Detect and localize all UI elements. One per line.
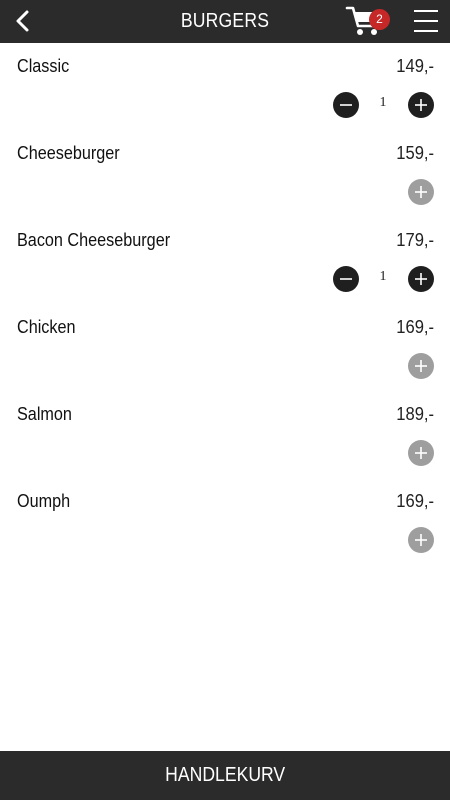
- product-item: Oumph 169,-: [0, 478, 450, 565]
- minus-icon: [340, 278, 352, 280]
- cart-button[interactable]: 2: [344, 3, 392, 39]
- minus-icon: [340, 104, 352, 106]
- product-item: Chicken 169,-: [0, 304, 450, 391]
- plus-icon: [415, 534, 427, 546]
- product-price: 189,-: [396, 404, 434, 424]
- product-name: Salmon: [17, 404, 72, 424]
- product-name: Oumph: [17, 491, 71, 511]
- plus-icon: [415, 99, 427, 111]
- shopping-cart-button[interactable]: HANDLEKURV: [0, 751, 450, 800]
- decrease-quantity-button[interactable]: [333, 266, 359, 292]
- product-item: Bacon Cheeseburger 179,- 1: [0, 217, 450, 304]
- product-item: Cheeseburger 159,-: [0, 130, 450, 217]
- add-to-cart-button[interactable]: [408, 440, 434, 466]
- product-name: Classic: [17, 56, 70, 76]
- hamburger-menu-icon: [414, 10, 438, 12]
- plus-icon: [415, 186, 427, 198]
- quantity-value: 1: [379, 95, 387, 110]
- hamburger-menu-button[interactable]: [412, 8, 440, 36]
- plus-icon: [415, 273, 427, 285]
- product-name: Bacon Cheeseburger: [17, 230, 171, 250]
- product-price: 179,-: [396, 230, 434, 250]
- add-to-cart-button[interactable]: [408, 527, 434, 553]
- plus-icon: [415, 360, 427, 372]
- product-item: Classic 149,- 1: [0, 43, 450, 130]
- product-price: 169,-: [396, 491, 434, 511]
- product-price: 159,-: [396, 143, 434, 163]
- increase-quantity-button[interactable]: [408, 92, 434, 118]
- decrease-quantity-button[interactable]: [333, 92, 359, 118]
- quantity-value: 1: [379, 269, 387, 284]
- top-bar: BURGERS 2: [0, 0, 450, 43]
- app-screen: BURGERS 2 Classic 149,- 1 Cheeseburger 1…: [0, 0, 450, 800]
- product-name: Chicken: [17, 317, 76, 337]
- cart-count-badge: 2: [369, 9, 390, 30]
- product-price: 169,-: [396, 317, 434, 337]
- product-list: Classic 149,- 1 Cheeseburger 159,- Bacon…: [0, 43, 450, 565]
- footer-label: HANDLEKURV: [165, 764, 285, 786]
- product-name: Cheeseburger: [17, 143, 120, 163]
- product-item: Salmon 189,-: [0, 391, 450, 478]
- add-to-cart-button[interactable]: [408, 353, 434, 379]
- increase-quantity-button[interactable]: [408, 266, 434, 292]
- product-price: 149,-: [396, 56, 434, 76]
- plus-icon: [415, 447, 427, 459]
- add-to-cart-button[interactable]: [408, 179, 434, 205]
